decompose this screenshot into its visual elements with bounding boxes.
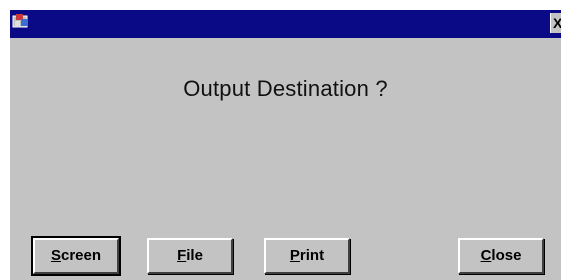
close-label-rest: lose [491, 247, 522, 264]
app-icon [12, 14, 28, 28]
close-glyph: X [553, 13, 561, 33]
print-button[interactable]: Print [264, 238, 350, 274]
close-icon[interactable]: X [550, 13, 561, 33]
file-label-rest: ile [186, 247, 203, 264]
close-mnemonic: C [480, 247, 492, 264]
close-button[interactable]: Close [458, 238, 544, 274]
screen-button[interactable]: Screen [31, 236, 121, 276]
screen-label-rest: creen [60, 247, 102, 264]
dialog-window: X Output Destination ? Screen File Print… [10, 10, 561, 280]
dialog-heading: Output Destination ? [183, 76, 388, 101]
print-mnemonic: P [289, 247, 300, 264]
title-bar[interactable]: X [10, 10, 561, 38]
print-label-rest: rint [299, 247, 325, 264]
screen-mnemonic: S [50, 247, 61, 264]
file-button[interactable]: File [147, 238, 233, 274]
file-mnemonic: F [177, 247, 187, 264]
